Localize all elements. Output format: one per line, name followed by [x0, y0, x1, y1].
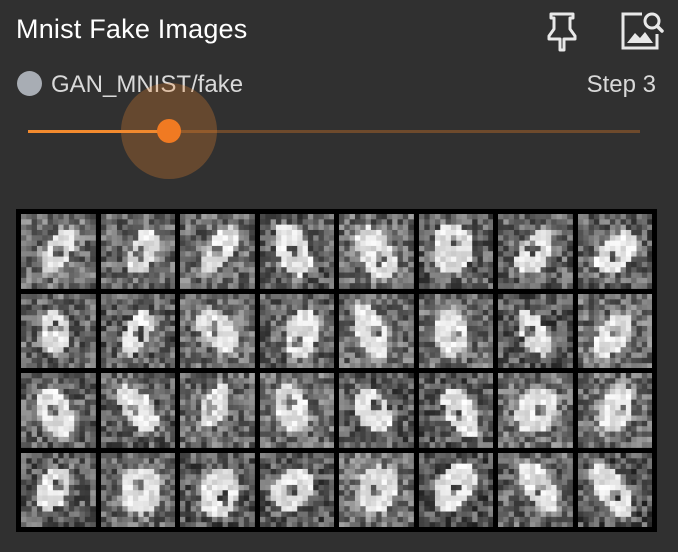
image-card: Mnist Fake Images GAN_MNIST/fake Step 3: [0, 0, 678, 552]
generated-image-tile[interactable]: [259, 373, 335, 448]
generated-image-tile[interactable]: [339, 452, 414, 528]
slider-thumb[interactable]: [157, 119, 181, 143]
image-search-icon[interactable]: [618, 8, 664, 54]
generated-image-tile[interactable]: [180, 452, 255, 528]
generated-image-tile[interactable]: [259, 452, 335, 528]
generated-image-tile[interactable]: [339, 373, 414, 448]
generated-image-tile[interactable]: [21, 293, 96, 369]
step-label: Step 3: [586, 71, 656, 98]
generated-image-tile[interactable]: [259, 293, 335, 369]
generated-image-tile[interactable]: [21, 452, 96, 528]
generated-image-tile[interactable]: [498, 373, 573, 448]
generated-image-tile[interactable]: [21, 214, 96, 289]
generated-image-grid[interactable]: [16, 209, 657, 532]
generated-image-tile[interactable]: [498, 214, 573, 289]
pin-icon[interactable]: [543, 10, 581, 52]
card-title: Mnist Fake Images: [16, 14, 248, 44]
generated-image-tile[interactable]: [498, 293, 573, 369]
run-color-dot: [17, 71, 42, 96]
generated-image-tile[interactable]: [418, 293, 494, 369]
generated-image-tile[interactable]: [577, 293, 653, 369]
generated-image-tile[interactable]: [180, 373, 255, 448]
generated-image-tile[interactable]: [418, 452, 494, 528]
generated-image-tile[interactable]: [577, 373, 653, 448]
generated-image-tile[interactable]: [100, 214, 176, 289]
generated-image-tile[interactable]: [339, 214, 414, 289]
generated-image-tile[interactable]: [180, 293, 255, 369]
generated-image-tile[interactable]: [577, 214, 653, 289]
generated-image-tile[interactable]: [418, 373, 494, 448]
step-slider[interactable]: [28, 83, 640, 179]
generated-image-tile[interactable]: [418, 214, 494, 289]
generated-image-tile[interactable]: [259, 214, 335, 289]
generated-image-tile[interactable]: [21, 373, 96, 448]
generated-image-tile[interactable]: [577, 452, 653, 528]
generated-image-tile[interactable]: [100, 373, 176, 448]
generated-image-tile[interactable]: [339, 293, 414, 369]
generated-image-tile[interactable]: [100, 293, 176, 369]
generated-image-tile[interactable]: [180, 214, 255, 289]
generated-image-tile[interactable]: [498, 452, 573, 528]
generated-image-tile[interactable]: [100, 452, 176, 528]
